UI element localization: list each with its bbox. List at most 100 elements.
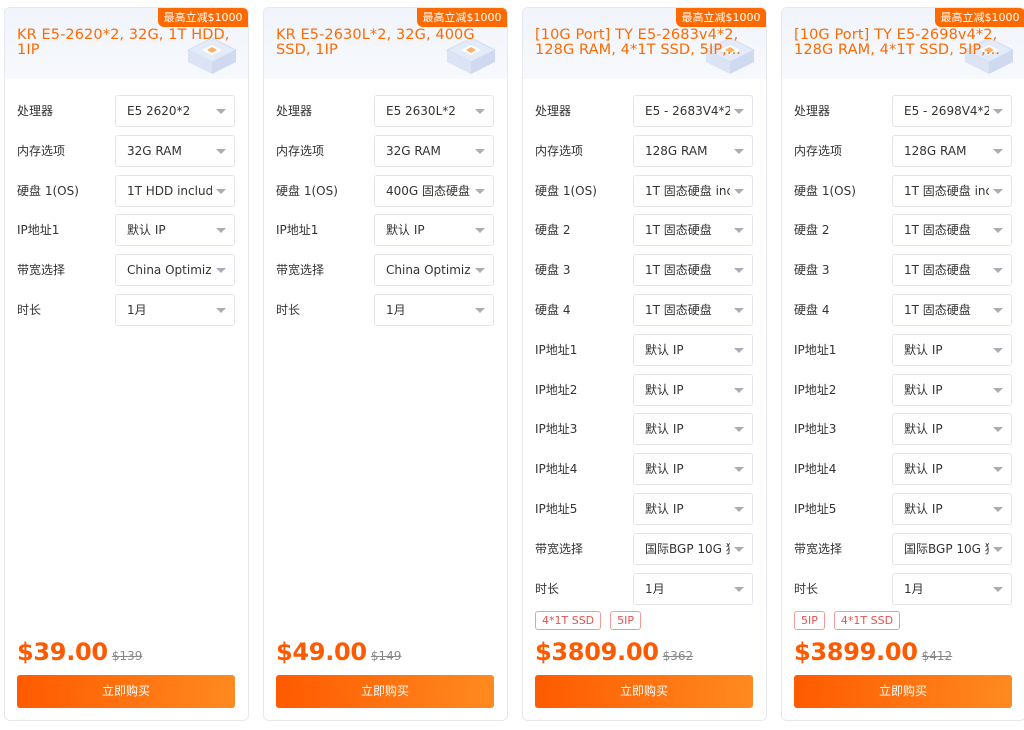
option-select[interactable]: 默认 IP [892, 374, 1012, 406]
option-value: 128G RAM [645, 144, 708, 158]
option-row: 处理器 E5 - 2698V4*2 [782, 95, 1024, 127]
option-label: 硬盘 1(OS) [794, 184, 856, 198]
chevron-down-icon [993, 547, 1003, 552]
feature-tag: 5IP [610, 611, 642, 630]
option-label: 硬盘 1(OS) [17, 184, 79, 198]
option-select[interactable]: 默认 IP [633, 334, 753, 366]
option-select[interactable]: 默认 IP [892, 334, 1012, 366]
option-select[interactable]: E5 - 2683V4*2 [633, 95, 753, 127]
chevron-down-icon [734, 388, 744, 393]
option-select[interactable]: 1T HDD include [115, 175, 235, 207]
option-row: IP地址4 默认 IP [782, 453, 1024, 485]
buy-now-button[interactable]: 立即购买 [276, 675, 494, 708]
option-select[interactable]: 1T 固态硬盘 inc [892, 175, 1012, 207]
option-label: 带宽选择 [535, 542, 584, 556]
option-select[interactable]: 默认 IP [633, 453, 753, 485]
option-row: 时长 1月 [5, 294, 248, 326]
option-value: 32G RAM [386, 144, 441, 158]
option-value: E5 - 2683V4*2 [645, 104, 730, 118]
option-select[interactable]: 32G RAM [374, 135, 494, 167]
option-value: 1T 固态硬盘 [904, 263, 971, 277]
option-value: 默认 IP [645, 462, 684, 476]
option-label: 硬盘 2 [794, 223, 830, 237]
option-select[interactable]: 默认 IP [633, 374, 753, 406]
option-label: IP地址4 [535, 462, 578, 476]
option-value: E5 - 2698V4*2 [904, 104, 989, 118]
option-select[interactable]: 默认 IP [633, 493, 753, 525]
card-header: 最高立减$1000 KR E5-2630L*2, 32G, 400G SSD, 1… [264, 8, 507, 79]
option-value: 1T 固态硬盘 inc [645, 184, 730, 198]
option-select[interactable]: 1月 [633, 573, 753, 605]
option-select[interactable]: 1T 固态硬盘 [892, 254, 1012, 286]
option-select[interactable]: China Optimize [374, 254, 494, 286]
chevron-down-icon [216, 149, 226, 154]
feature-tags: 4*1T SSD 5IP [535, 611, 642, 630]
option-select[interactable]: 1T 固态硬盘 [633, 294, 753, 326]
option-select[interactable]: E5 - 2698V4*2 [892, 95, 1012, 127]
option-label: 硬盘 3 [794, 263, 830, 277]
option-select[interactable]: 默认 IP [633, 413, 753, 445]
option-value: 默认 IP [386, 223, 425, 237]
promo-badge: 最高立减$1000 [417, 8, 507, 27]
option-select[interactable]: 400G 固态硬盘 [374, 175, 494, 207]
chevron-down-icon [734, 308, 744, 313]
chevron-down-icon [475, 149, 485, 154]
feature-tag: 4*1T SSD [535, 611, 602, 630]
option-row: 内存选项 32G RAM [264, 135, 507, 167]
option-select[interactable]: 默认 IP [892, 413, 1012, 445]
option-label: 处理器 [276, 104, 313, 118]
option-select[interactable]: 32G RAM [115, 135, 235, 167]
option-value: 1T 固态硬盘 [645, 263, 712, 277]
option-value: 1月 [645, 582, 665, 596]
option-select[interactable]: 1T 固态硬盘 [633, 214, 753, 246]
option-value: 默认 IP [904, 343, 943, 357]
option-select[interactable]: 默认 IP [892, 453, 1012, 485]
chevron-down-icon [993, 189, 1003, 194]
buy-now-button[interactable]: 立即购买 [535, 675, 753, 708]
option-select[interactable]: China Optimize [115, 254, 235, 286]
option-select[interactable]: 默认 IP [892, 493, 1012, 525]
chevron-down-icon [993, 268, 1003, 273]
option-select[interactable]: 128G RAM [892, 135, 1012, 167]
chevron-down-icon [734, 228, 744, 233]
option-row: IP地址3 默认 IP [523, 413, 766, 445]
chevron-down-icon [734, 109, 744, 114]
option-select[interactable]: 1月 [892, 573, 1012, 605]
option-select[interactable]: 1月 [374, 294, 494, 326]
option-value: 国际BGP 10G 独 [645, 542, 730, 556]
option-value: E5 2630L*2 [386, 104, 456, 118]
chevron-down-icon [475, 268, 485, 273]
option-select[interactable]: E5 2620*2 [115, 95, 235, 127]
product-title: [10G Port] TY E5-2683v4*2, 128G RAM, 4*1… [535, 28, 741, 58]
option-select[interactable]: 默认 IP [115, 214, 235, 246]
option-select[interactable]: 1月 [115, 294, 235, 326]
current-price: $3809.00 [535, 638, 659, 666]
option-value: 1月 [386, 303, 406, 317]
option-select[interactable]: 1T 固态硬盘 [633, 254, 753, 286]
price-line: $39.00 $139 [17, 638, 142, 666]
option-row: 时长 1月 [523, 573, 766, 605]
option-label: IP地址1 [17, 223, 60, 237]
option-label: IP地址4 [794, 462, 837, 476]
option-label: 带宽选择 [794, 542, 843, 556]
option-label: 时长 [276, 303, 301, 317]
option-select[interactable]: 128G RAM [633, 135, 753, 167]
option-value: 1T HDD include [127, 184, 212, 198]
option-label: IP地址5 [535, 502, 578, 516]
option-select[interactable]: 1T 固态硬盘 [892, 214, 1012, 246]
option-label: 处理器 [794, 104, 831, 118]
option-select[interactable]: 国际BGP 10G 独 [633, 533, 753, 565]
option-select[interactable]: 默认 IP [374, 214, 494, 246]
chevron-down-icon [734, 547, 744, 552]
option-select[interactable]: 国际BGP 10G 独 [892, 533, 1012, 565]
chevron-down-icon [993, 348, 1003, 353]
buy-now-button[interactable]: 立即购买 [794, 675, 1012, 708]
chevron-down-icon [734, 587, 744, 592]
card-header: 最高立减$1000 [10G Port] TY E5-2698v4*2, 128G… [782, 8, 1024, 79]
option-select[interactable]: 1T 固态硬盘 [892, 294, 1012, 326]
option-label: IP地址1 [276, 223, 319, 237]
option-row: IP地址5 默认 IP [782, 493, 1024, 525]
option-select[interactable]: 1T 固态硬盘 inc [633, 175, 753, 207]
buy-now-button[interactable]: 立即购买 [17, 675, 235, 708]
option-select[interactable]: E5 2630L*2 [374, 95, 494, 127]
